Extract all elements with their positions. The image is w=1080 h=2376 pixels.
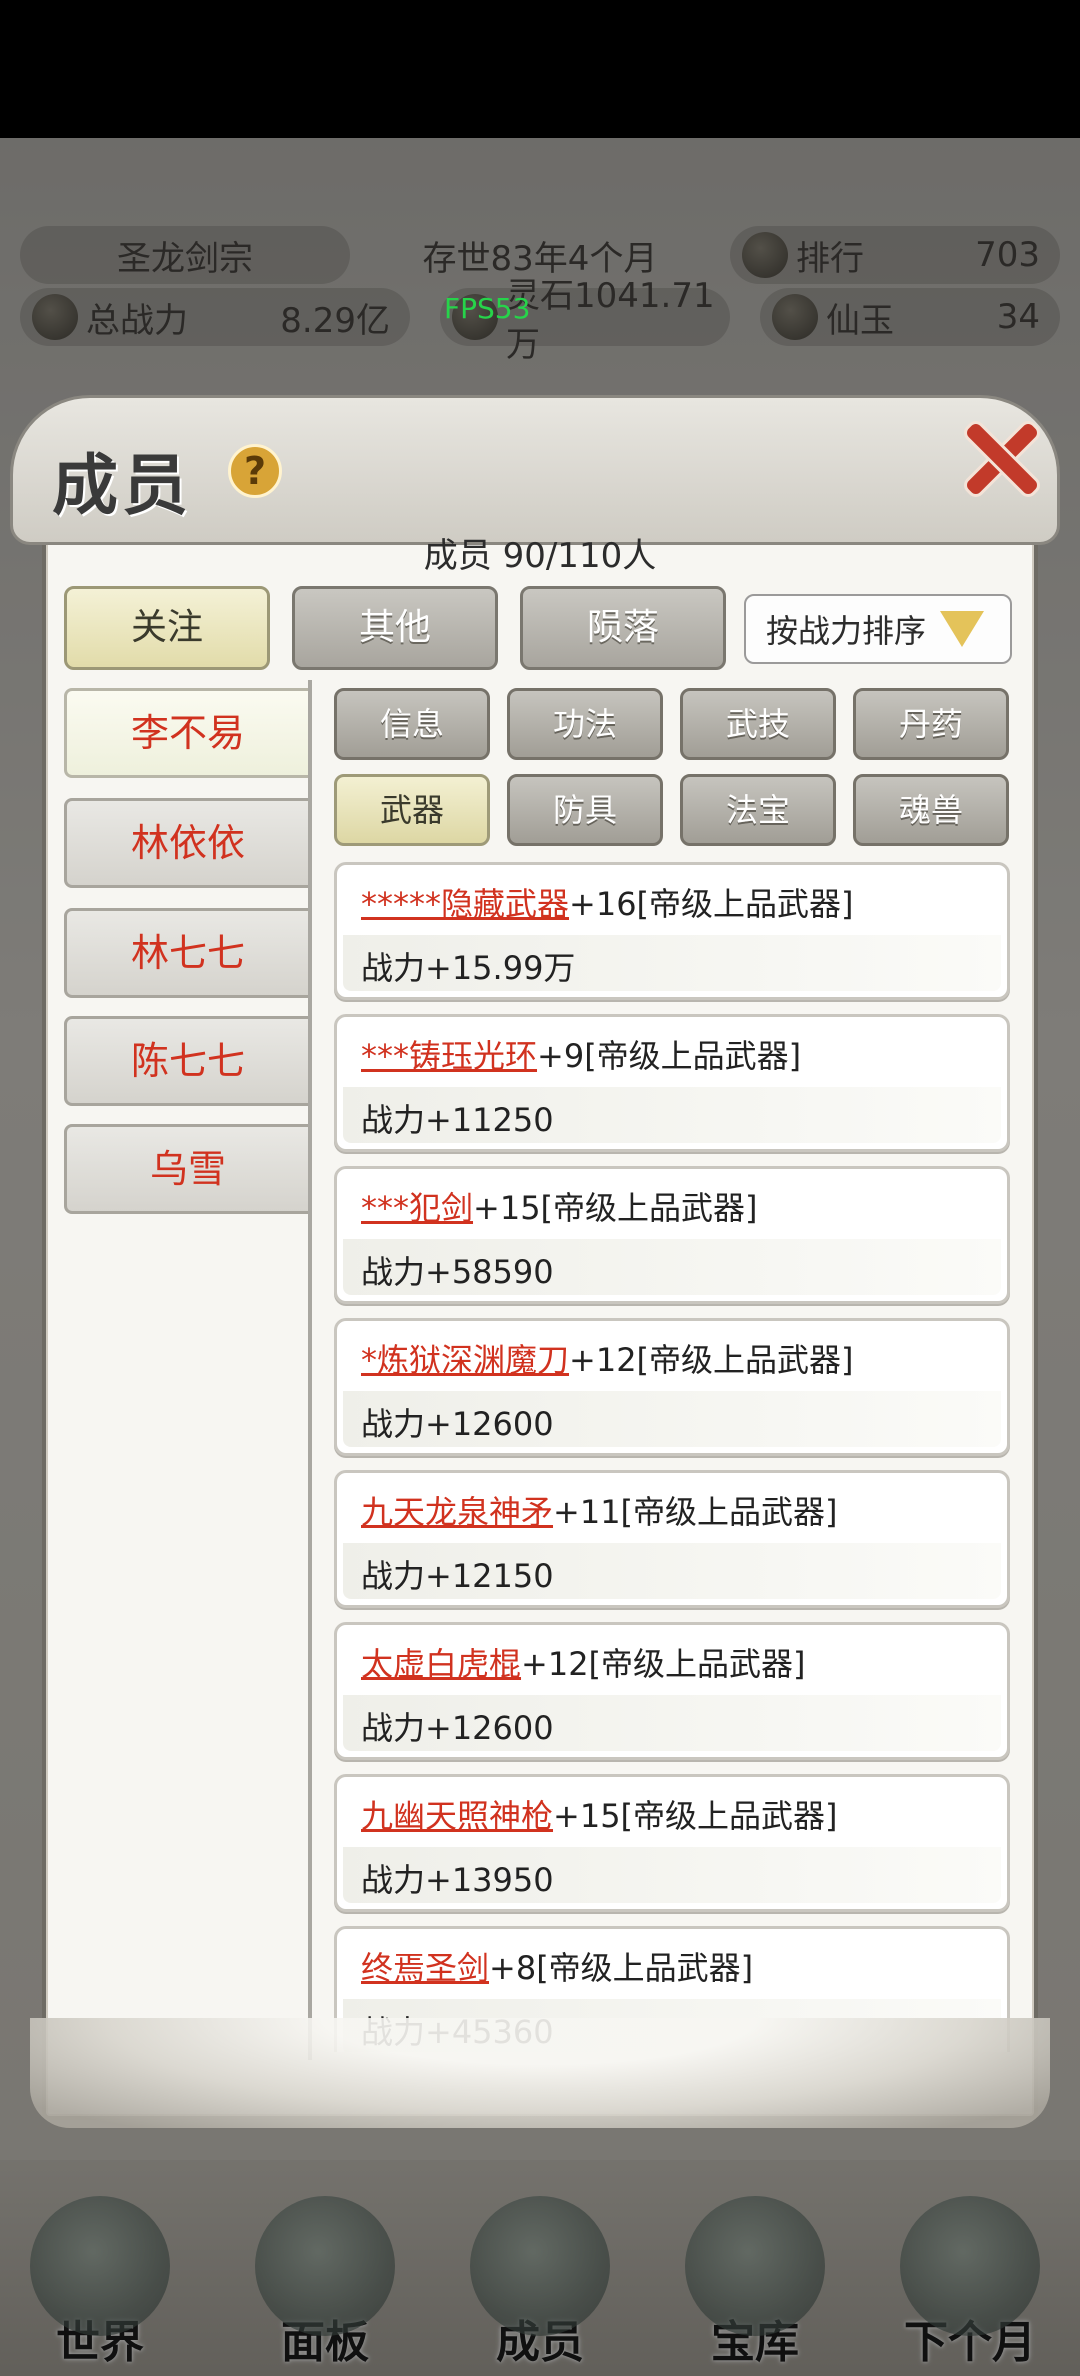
item-power: 战力+11250 <box>361 1101 554 1139</box>
item-name: 终焉圣剑+8[帝级上品武器] <box>361 1943 753 1989</box>
item-power: 战力+12150 <box>361 1557 554 1595</box>
member-item[interactable]: 陈七七 <box>64 1016 312 1106</box>
item-grade: +9[帝级上品武器] <box>537 1037 802 1075</box>
top-black-bar <box>0 0 1080 138</box>
item-name-link[interactable]: 九幽天照神枪 <box>361 1797 553 1835</box>
subtab-skills[interactable]: 功法 <box>507 688 663 760</box>
equipment-item[interactable]: ***犯剑+15[帝级上品武器] 战力+58590 <box>334 1166 1010 1304</box>
item-name-link[interactable]: ***犯剑 <box>361 1189 473 1227</box>
member-item[interactable]: 林依依 <box>64 798 312 888</box>
subtab-martial[interactable]: 武技 <box>680 688 836 760</box>
item-power: 战力+58590 <box>361 1253 554 1291</box>
item-grade: +12[帝级上品武器] <box>521 1645 806 1683</box>
equipment-item[interactable]: *炼狱深渊魔刀+12[帝级上品武器] 战力+12600 <box>334 1318 1010 1456</box>
item-name: 太虚白虎棍+12[帝级上品武器] <box>361 1639 806 1685</box>
equipment-item[interactable]: ***铸珏光环+9[帝级上品武器] 战力+11250 <box>334 1014 1010 1152</box>
subtab-armor[interactable]: 防具 <box>507 774 663 846</box>
item-name: 九幽天照神枪+15[帝级上品武器] <box>361 1791 838 1837</box>
item-name: ***铸珏光环+9[帝级上品武器] <box>361 1031 801 1077</box>
item-name-link[interactable]: ***铸珏光环 <box>361 1037 537 1075</box>
item-name-link[interactable]: 终焉圣剑 <box>361 1949 489 1987</box>
subtab-pills[interactable]: 丹药 <box>853 688 1009 760</box>
member-item[interactable]: 乌雪 <box>64 1124 312 1214</box>
equipment-item[interactable]: 九幽天照神枪+15[帝级上品武器] 战力+13950 <box>334 1774 1010 1912</box>
fps-counter: FPS53 <box>444 292 531 325</box>
subtab-weapons[interactable]: 武器 <box>334 774 490 846</box>
tab-other[interactable]: 其他 <box>292 586 498 670</box>
item-name: 九天龙泉神矛+11[帝级上品武器] <box>361 1487 838 1533</box>
equipment-item[interactable]: 太虚白虎棍+12[帝级上品武器] 战力+12600 <box>334 1622 1010 1760</box>
item-name-link[interactable]: *炼狱深渊魔刀 <box>361 1341 569 1379</box>
item-grade: +16[帝级上品武器] <box>569 885 854 923</box>
sort-label: 按战力排序 <box>766 612 927 650</box>
item-grade: +15[帝级上品武器] <box>473 1189 758 1227</box>
equipment-list[interactable]: *****隐藏武器+16[帝级上品武器] 战力+15.99万 ***铸珏光环+9[… <box>334 862 1010 2052</box>
close-button[interactable] <box>956 414 1046 504</box>
list-divider <box>308 680 312 2060</box>
item-power: 战力+15.99万 <box>361 949 576 987</box>
item-name: *炼狱深渊魔刀+12[帝级上品武器] <box>361 1335 854 1381</box>
member-item[interactable]: 林七七 <box>64 908 312 998</box>
item-power: 战力+12600 <box>361 1709 554 1747</box>
chevron-down-icon <box>940 611 985 647</box>
item-grade: +15[帝级上品武器] <box>553 1797 838 1835</box>
item-power: 战力+12600 <box>361 1405 554 1443</box>
item-power: 战力+13950 <box>361 1861 554 1899</box>
panel-title: 成员 <box>52 446 192 524</box>
sort-dropdown[interactable]: 按战力排序 <box>744 594 1012 664</box>
item-name-link[interactable]: *****隐藏武器 <box>361 885 569 923</box>
help-icon[interactable]: ? <box>228 444 282 498</box>
tab-fallen[interactable]: 陨落 <box>520 586 726 670</box>
subtab-info[interactable]: 信息 <box>334 688 490 760</box>
tab-follow[interactable]: 关注 <box>64 586 270 670</box>
item-name: ***犯剑+15[帝级上品武器] <box>361 1183 758 1229</box>
equipment-item[interactable]: 九天龙泉神矛+11[帝级上品武器] 战力+12150 <box>334 1470 1010 1608</box>
item-grade: +12[帝级上品武器] <box>569 1341 854 1379</box>
subtab-beasts[interactable]: 魂兽 <box>853 774 1009 846</box>
subtab-treasure[interactable]: 法宝 <box>680 774 836 846</box>
member-count: 成员 90/110人 <box>423 536 657 576</box>
item-grade: +11[帝级上品武器] <box>553 1493 838 1531</box>
panel-bottom-cloud <box>30 2018 1050 2128</box>
member-item[interactable]: 李不易 <box>64 688 312 778</box>
item-name-link[interactable]: 九天龙泉神矛 <box>361 1493 553 1531</box>
item-grade: +8[帝级上品武器] <box>489 1949 754 1987</box>
item-name-link[interactable]: 太虚白虎棍 <box>361 1645 521 1683</box>
equipment-item[interactable]: *****隐藏武器+16[帝级上品武器] 战力+15.99万 <box>334 862 1010 1000</box>
item-name: *****隐藏武器+16[帝级上品武器] <box>361 879 854 925</box>
